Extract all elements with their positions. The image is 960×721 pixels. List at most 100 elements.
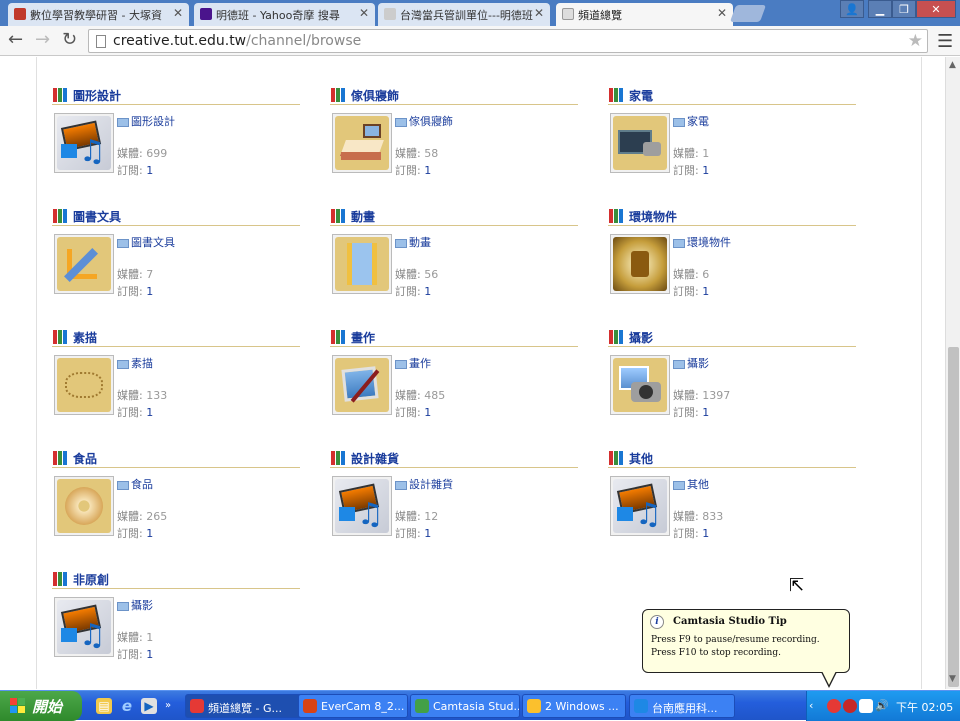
volume-icon[interactable]: 🔊 [875, 699, 889, 713]
channel-title-link[interactable]: 畫作 [351, 329, 375, 346]
more-quicklaunch-icon[interactable]: » [163, 698, 173, 714]
channel-thumbnail[interactable] [54, 476, 114, 536]
channel-title-link[interactable]: 圖形設計 [73, 87, 121, 104]
channel-title-link[interactable]: 其他 [629, 450, 653, 467]
browser-tab-3[interactable]: 台灣當兵管訓單位---明德班 ✕ [378, 3, 550, 26]
channel-thumbnail[interactable] [332, 355, 392, 415]
camtasia-tip-balloon[interactable]: i Camtasia Studio Tip Press F9 to pause/r… [642, 609, 850, 688]
subscribe-count[interactable]: 1 [146, 527, 153, 540]
new-tab-button[interactable] [729, 5, 767, 22]
ie-icon[interactable]: e [119, 698, 135, 714]
channel-header: 素描 [52, 329, 300, 347]
media-player-icon[interactable]: ▶ [141, 698, 157, 714]
subscribe-count[interactable]: 1 [146, 285, 153, 298]
subscribe-count[interactable]: 1 [146, 648, 153, 661]
task-label: EverCam 8_2... [321, 700, 405, 713]
subscribe-count[interactable]: 1 [702, 406, 709, 419]
record-icon[interactable] [827, 699, 841, 713]
subscribe-count[interactable]: 1 [424, 406, 431, 419]
subchannel-link[interactable]: 設計雜貨 [409, 478, 453, 491]
taskbar-button[interactable]: 頻道總覽 - G... [185, 694, 303, 718]
books-icon [331, 451, 347, 465]
subscribe-count[interactable]: 1 [702, 285, 709, 298]
close-tab-icon[interactable]: ✕ [359, 6, 369, 20]
subscribe-count[interactable]: 1 [424, 164, 431, 177]
subscribe-count[interactable]: 1 [702, 164, 709, 177]
subscribe-count[interactable]: 1 [702, 527, 709, 540]
media-label: 媒體: [673, 389, 703, 402]
browser-tab-2[interactable]: 明德班 - Yahoo奇摩 搜尋 ✕ [194, 3, 375, 26]
subscribe-label: 訂閱: [395, 527, 425, 540]
subchannel-link[interactable]: 攝影 [687, 357, 709, 370]
subchannel-link[interactable]: 圖形設計 [131, 115, 175, 128]
back-icon[interactable]: ← [8, 31, 23, 49]
channel-thumbnail[interactable]: ♫ [610, 476, 670, 536]
channel-thumbnail[interactable] [54, 234, 114, 294]
channel-title-link[interactable]: 設計雜貨 [351, 450, 399, 467]
tray-arrow-icon[interactable]: ‹ [809, 699, 823, 713]
channel-thumbnail[interactable] [332, 113, 392, 173]
channel-thumbnail[interactable] [54, 355, 114, 415]
channel-title-link[interactable]: 圖書文具 [73, 208, 121, 225]
browser-tab-1[interactable]: 數位學習教學研習 - 大塚資 ✕ [8, 3, 189, 26]
channel-card: 圖形設計 ♫ 圖形設計 媒體: 699 訂閱: 1 [52, 87, 302, 197]
camtasia-icon[interactable] [859, 699, 873, 713]
scroll-up-icon[interactable]: ▲ [949, 60, 956, 70]
channel-title-link[interactable]: 家電 [629, 87, 653, 104]
channel-title-link[interactable]: 食品 [73, 450, 97, 467]
subchannel-link[interactable]: 畫作 [409, 357, 431, 370]
address-bar[interactable]: creative.tut.edu.tw/channel/browse ★ [88, 29, 928, 53]
channel-thumbnail[interactable] [332, 234, 392, 294]
close-window-button[interactable]: ✕ [916, 0, 956, 18]
browser-tab-active[interactable]: 頻道總覽 ✕ [556, 3, 733, 26]
folder-icon[interactable]: ▤ [96, 698, 112, 714]
channel-thumbnail[interactable] [610, 355, 670, 415]
stop-icon[interactable] [843, 699, 857, 713]
channel-title-link[interactable]: 非原創 [73, 571, 109, 588]
close-tab-icon[interactable]: ✕ [173, 6, 183, 20]
subscribe-count[interactable]: 1 [424, 285, 431, 298]
channel-card: 非原創 ♫ 攝影 媒體: 1 訂閱: 1 [52, 571, 302, 681]
channel-title-link[interactable]: 素描 [73, 329, 97, 346]
taskbar-button[interactable]: EverCam 8_2... [298, 694, 408, 718]
channel-title-link[interactable]: 傢俱寢飾 [351, 87, 399, 104]
subchannel-link[interactable]: 其他 [687, 478, 709, 491]
restore-button[interactable]: ❐ [892, 0, 916, 18]
subchannel-link[interactable]: 攝影 [131, 599, 153, 612]
taskbar-button[interactable]: 台南應用科... [629, 694, 735, 718]
channel-title-link[interactable]: 環境物件 [629, 208, 677, 225]
channel-thumbnail[interactable]: ♫ [54, 113, 114, 173]
subchannel-link[interactable]: 環境物件 [687, 236, 731, 249]
menu-icon[interactable]: ☰ [937, 31, 953, 52]
subchannel-link[interactable]: 傢俱寢飾 [409, 115, 453, 128]
subchannel-link[interactable]: 素描 [131, 357, 153, 370]
subscribe-count[interactable]: 1 [146, 164, 153, 177]
channel-thumbnail[interactable]: ♫ [54, 597, 114, 657]
scroll-thumb[interactable] [948, 347, 959, 687]
taskbar-button[interactable]: 2 Windows ... [522, 694, 626, 718]
subscribe-count[interactable]: 1 [146, 406, 153, 419]
channel-thumbnail[interactable] [610, 113, 670, 173]
user-icon[interactable]: 👤 [840, 0, 864, 18]
channel-info: 攝影 媒體: 1 訂閱: 1 [117, 597, 153, 663]
bookmark-star-icon[interactable]: ★ [908, 31, 923, 51]
subchannel-link[interactable]: 圖書文具 [131, 236, 175, 249]
taskbar-button[interactable]: Camtasia Stud... [410, 694, 520, 718]
subscribe-count[interactable]: 1 [424, 527, 431, 540]
channel-thumbnail[interactable] [610, 234, 670, 294]
minimize-button[interactable]: ▁ [868, 0, 892, 18]
channel-title-link[interactable]: 動畫 [351, 208, 375, 225]
forward-icon[interactable]: → [35, 31, 50, 49]
close-tab-icon[interactable]: ✕ [534, 6, 544, 20]
close-tab-icon[interactable]: ✕ [717, 6, 727, 20]
subchannel-link[interactable]: 食品 [131, 478, 153, 491]
subchannel-link[interactable]: 動畫 [409, 236, 431, 249]
channel-thumbnail[interactable]: ♫ [332, 476, 392, 536]
scroll-down-icon[interactable]: ▼ [949, 674, 956, 684]
start-button[interactable]: 開始 [0, 691, 82, 721]
channel-title-link[interactable]: 攝影 [629, 329, 653, 346]
reload-icon[interactable]: ↻ [62, 31, 77, 49]
vertical-scrollbar[interactable]: ▲ ▼ [945, 57, 960, 689]
channel-info: 設計雜貨 媒體: 12 訂閱: 1 [395, 476, 453, 542]
subchannel-link[interactable]: 家電 [687, 115, 709, 128]
